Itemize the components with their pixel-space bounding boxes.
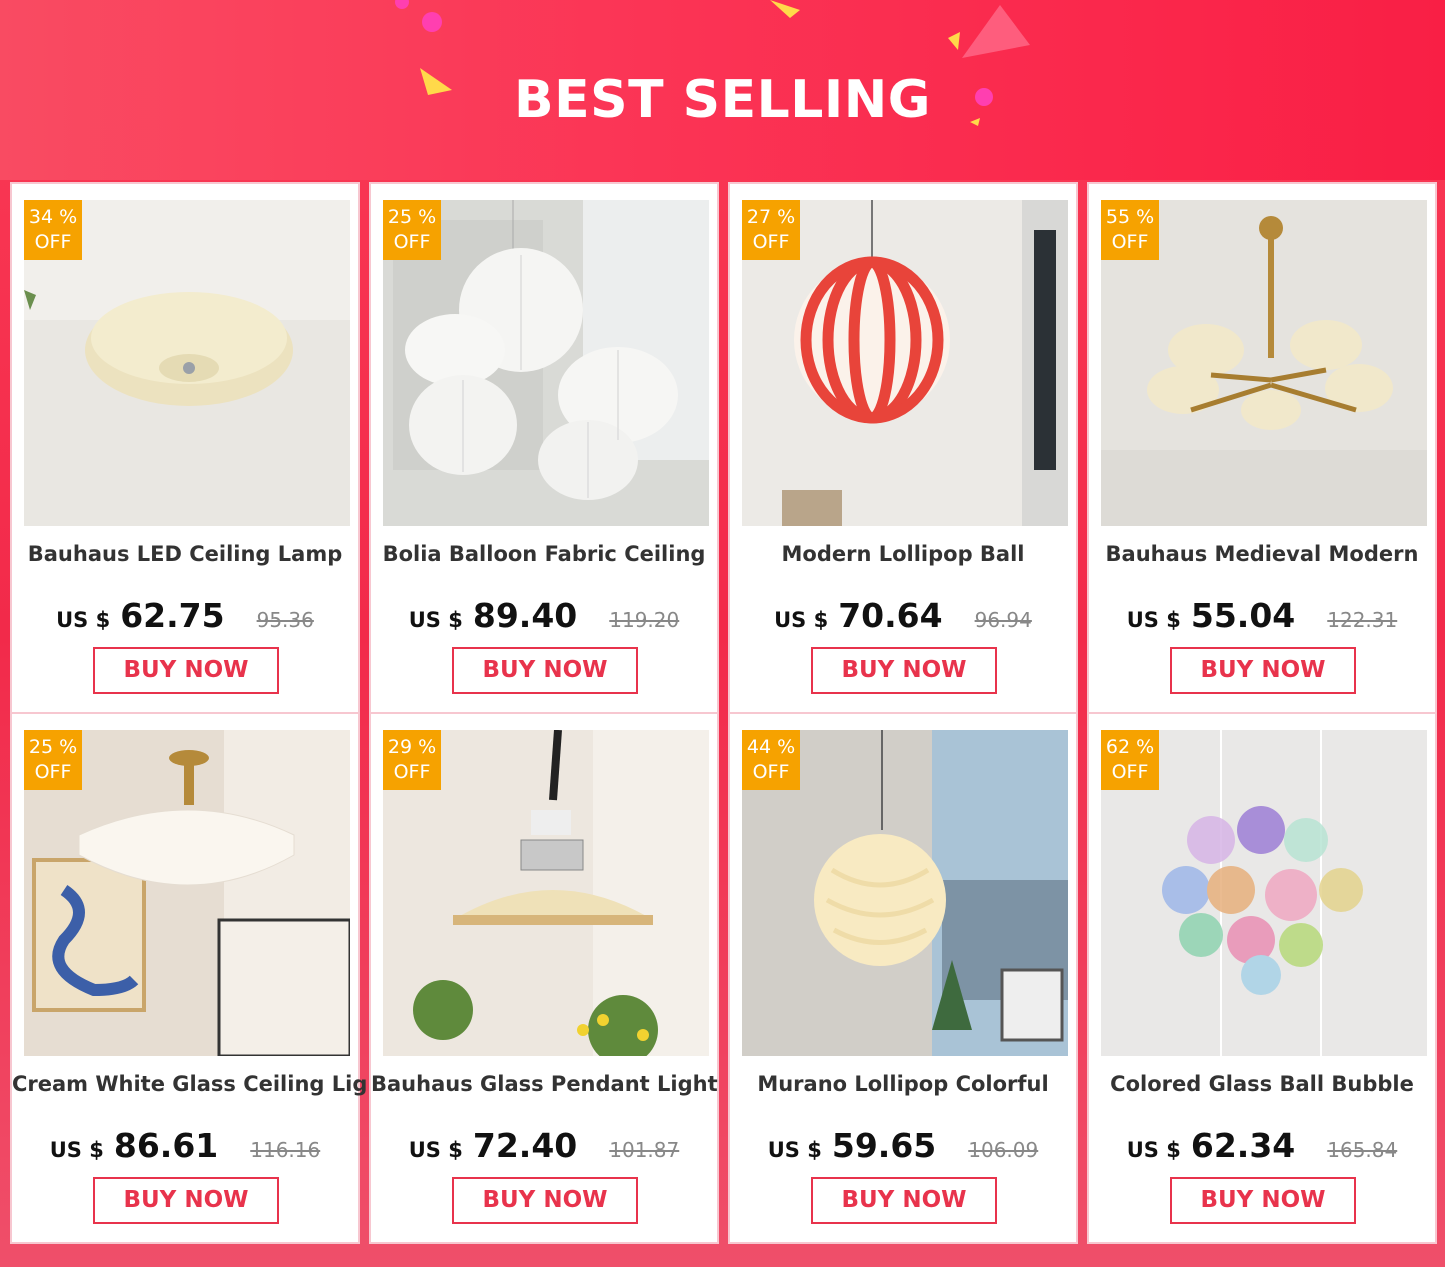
discount-off-label: OFF [34, 231, 72, 253]
original-price: 122.31 [1327, 608, 1398, 632]
discount-percent: 62 % [1105, 736, 1155, 758]
product-title[interactable]: Bolia Balloon Fabric Ceiling [371, 542, 717, 566]
currency-label: US $ [774, 608, 829, 632]
discount-badge: 27 % OFF [742, 200, 800, 260]
buy-now-button[interactable]: BUY NOW [811, 647, 997, 694]
current-price: 70.64 [838, 596, 943, 635]
current-price: 55.04 [1190, 596, 1296, 635]
discount-percent: 55 % [1105, 206, 1155, 228]
price-row: US $ 55.04 122.31 [1089, 596, 1435, 635]
product-card[interactable]: 29 % OFF Bauhaus Glass Pendant Light US … [369, 712, 719, 1244]
discount-badge: 55 % OFF [1101, 200, 1159, 260]
buy-now-button[interactable]: BUY NOW [452, 647, 638, 694]
original-price: 106.09 [968, 1138, 1039, 1162]
currency-label: US $ [1126, 608, 1181, 632]
currency-label: US $ [408, 608, 463, 632]
price-row: US $ 86.61 116.16 [12, 1126, 358, 1165]
page-title: BEST SELLING [514, 70, 931, 130]
current-price: 59.65 [831, 1126, 937, 1165]
product-card[interactable]: 55 % OFF Bauhaus Medieval Modern US $ 55… [1087, 182, 1437, 714]
product-card[interactable]: 62 % OFF Colored Glass Ball Bubble US $ … [1087, 712, 1437, 1244]
original-price: 95.36 [256, 608, 314, 632]
discount-off-label: OFF [1111, 761, 1149, 783]
product-title[interactable]: Bauhaus LED Ceiling Lamp [12, 542, 358, 566]
discount-off-label: OFF [393, 761, 431, 783]
price-row: US $ 59.65 106.09 [730, 1126, 1076, 1165]
original-price: 101.87 [609, 1138, 680, 1162]
current-price: 89.40 [472, 596, 578, 635]
banner: BEST SELLING [0, 0, 1445, 180]
discount-percent: 34 % [28, 206, 78, 228]
product-title[interactable]: Bauhaus Medieval Modern [1089, 542, 1435, 566]
product-card[interactable]: 27 % OFF Modern Lollipop Ball US $ 70.64… [728, 182, 1078, 714]
price-row: US $ 72.40 101.87 [371, 1126, 717, 1165]
discount-badge: 44 % OFF [742, 730, 800, 790]
price-row: US $ 62.34 165.84 [1089, 1126, 1435, 1165]
product-card[interactable]: 44 % OFF Murano Lollipop Colorful US $ 5… [728, 712, 1078, 1244]
discount-percent: 27 % [746, 206, 796, 228]
original-price: 116.16 [250, 1138, 321, 1162]
currency-label: US $ [408, 1138, 463, 1162]
discount-percent: 25 % [28, 736, 78, 758]
discount-badge: 25 % OFF [383, 200, 441, 260]
price-row: US $ 62.75 95.36 [12, 596, 358, 635]
discount-badge: 25 % OFF [24, 730, 82, 790]
currency-label: US $ [1126, 1138, 1181, 1162]
discount-badge: 29 % OFF [383, 730, 441, 790]
original-price: 96.94 [974, 608, 1032, 632]
discount-badge: 34 % OFF [24, 200, 82, 260]
discount-badge: 62 % OFF [1101, 730, 1159, 790]
product-card[interactable]: 25 % OFF Cream White Glass Ceiling Light… [10, 712, 392, 1244]
price-row: US $ 70.64 96.94 [730, 596, 1076, 635]
original-price: 165.84 [1327, 1138, 1398, 1162]
product-card[interactable]: 25 % OFF Bolia Balloon Fabric Ceiling US… [369, 182, 719, 714]
buy-now-button[interactable]: BUY NOW [93, 647, 279, 694]
discount-off-label: OFF [34, 761, 72, 783]
currency-label: US $ [49, 1138, 104, 1162]
currency-label: US $ [767, 1138, 822, 1162]
buy-now-button[interactable]: BUY NOW [452, 1177, 638, 1224]
discount-percent: 44 % [746, 736, 796, 758]
currency-label: US $ [56, 608, 111, 632]
current-price: 72.40 [472, 1126, 578, 1165]
price-row: US $ 89.40 119.20 [371, 596, 717, 635]
discount-off-label: OFF [1111, 231, 1149, 253]
product-title[interactable]: Cream White Glass Ceiling Light [12, 1072, 392, 1096]
original-price: 119.20 [609, 608, 680, 632]
current-price: 62.34 [1190, 1126, 1296, 1165]
discount-off-label: OFF [752, 231, 790, 253]
buy-now-button[interactable]: BUY NOW [93, 1177, 279, 1224]
current-price: 62.75 [120, 596, 225, 635]
product-title[interactable]: Bauhaus Glass Pendant Light [371, 1072, 718, 1096]
buy-now-button[interactable]: BUY NOW [1170, 647, 1356, 694]
discount-off-label: OFF [752, 761, 790, 783]
buy-now-button[interactable]: BUY NOW [811, 1177, 997, 1224]
product-title[interactable]: Colored Glass Ball Bubble [1089, 1072, 1435, 1096]
discount-percent: 29 % [387, 736, 437, 758]
product-card[interactable]: 34 % OFF Bauhaus LED Ceiling Lamp US $ 6… [10, 182, 360, 714]
discount-off-label: OFF [393, 231, 431, 253]
product-title[interactable]: Modern Lollipop Ball [730, 542, 1076, 566]
current-price: 86.61 [113, 1126, 219, 1165]
discount-percent: 25 % [387, 206, 437, 228]
buy-now-button[interactable]: BUY NOW [1170, 1177, 1356, 1224]
product-title[interactable]: Murano Lollipop Colorful [730, 1072, 1076, 1096]
